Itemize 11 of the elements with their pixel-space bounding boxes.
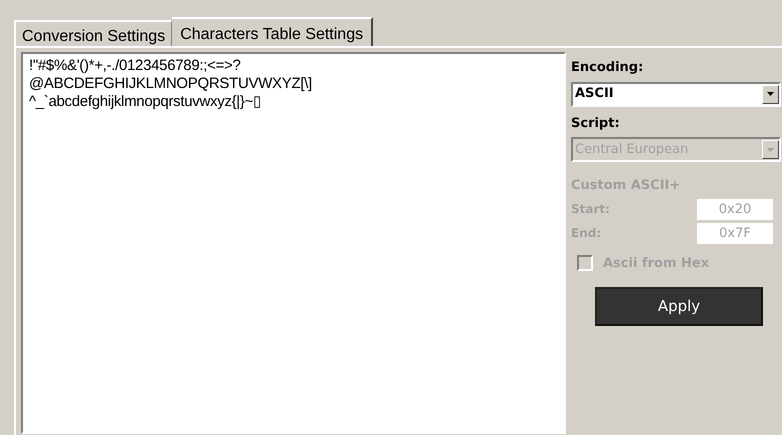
caret-icon (762, 140, 779, 159)
field-label: Encoding: (571, 59, 644, 77)
caret-icon (762, 84, 779, 104)
characters-text-area[interactable]: !"#$%&'()*+,-./0123456789:;<=>? @ABCDEFGHIJKLMNOPQRSTUVWXYZ[\] ^_`abcdefghijklmnopqrstuvwxyz{|}~▯ (21, 52, 566, 434)
character-line: ^_`abcdefghijklmnopqrstuvwxyz{|}~▯ (29, 93, 262, 111)
field-label: Script: (571, 114, 621, 132)
character-line: @ABCDEFGHIJKLMNOPQRSTUVWXYZ[\] (29, 75, 313, 93)
tab[interactable]: Characters Table Settings (172, 17, 374, 46)
character-line: !"#$%&'()*+,-./0123456789:;<=>? (29, 57, 242, 75)
apply-button[interactable]: Apply (595, 287, 763, 326)
dropdown[interactable]: ASCII (571, 82, 781, 106)
